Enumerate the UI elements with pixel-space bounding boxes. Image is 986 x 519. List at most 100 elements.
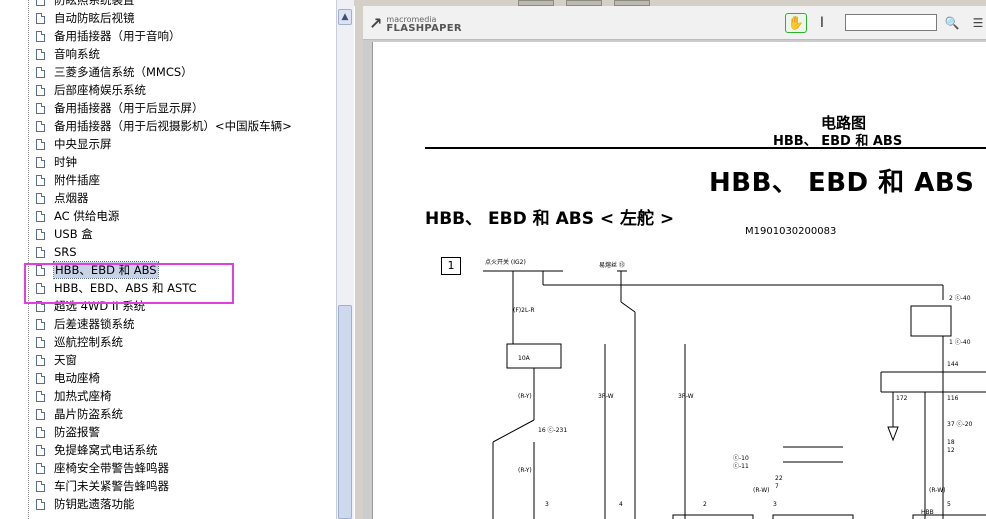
tree-item[interactable]: 附件插座 bbox=[36, 171, 100, 189]
document-icon bbox=[36, 66, 45, 78]
document-icon bbox=[36, 30, 45, 42]
wire-label-ry-2: (R-Y) bbox=[518, 467, 532, 474]
wire-label-116: 116 bbox=[947, 395, 959, 402]
tree-item[interactable]: 中央显示屏 bbox=[36, 135, 112, 153]
wire-label-144: 144 bbox=[947, 361, 959, 368]
document-icon bbox=[36, 318, 45, 330]
tree-item[interactable]: 后差速器锁系统 bbox=[36, 315, 135, 333]
tree-item[interactable]: 备用插接器（用于音响） bbox=[36, 27, 181, 45]
scroll-thumb[interactable] bbox=[338, 305, 352, 519]
tree-item[interactable]: 后部座椅娱乐系统 bbox=[36, 81, 146, 99]
wire-label-172: 172 bbox=[896, 395, 908, 402]
tree-item[interactable]: USB 盒 bbox=[36, 225, 93, 243]
tree-item-label: 备用插接器（用于后视摄影机）<中国版车辆> bbox=[54, 119, 292, 133]
tree-scrollbar[interactable]: ▲ bbox=[336, 0, 354, 519]
hand-tool-icon[interactable]: ✋ bbox=[785, 13, 807, 33]
document-icon bbox=[36, 12, 45, 24]
document-icon bbox=[36, 498, 45, 510]
pin-label-2: 2 bbox=[703, 501, 707, 508]
tree-item[interactable]: 天窗 bbox=[36, 351, 77, 369]
wire-label-ig2: 点火开关 (IG2) bbox=[485, 258, 526, 266]
document-icon bbox=[36, 138, 45, 150]
tree-item-label: 时钟 bbox=[54, 155, 77, 169]
tree-item[interactable]: 免提蜂窝式电话系统 bbox=[36, 441, 158, 459]
tree-item-label: 自动防眩后视镜 bbox=[54, 11, 135, 25]
wire-label-rw: (R-W) bbox=[753, 487, 769, 494]
tree-item[interactable]: 加热式座椅 bbox=[36, 387, 112, 405]
tree-item[interactable]: AC 供给电源 bbox=[36, 207, 119, 225]
document-icon bbox=[36, 390, 45, 402]
tree-item-label: 后部座椅娱乐系统 bbox=[54, 83, 146, 97]
tree-item-label: USB 盒 bbox=[54, 227, 93, 241]
document-icon bbox=[36, 210, 45, 222]
tree-item-label: 加热式座椅 bbox=[54, 389, 112, 403]
document-icon bbox=[36, 354, 45, 366]
pin-label-3a: 3 bbox=[545, 501, 549, 508]
tree-item-label: 后差速器锁系统 bbox=[54, 317, 135, 331]
tree-item[interactable]: 备用插接器（用于后显示屏） bbox=[36, 99, 204, 117]
text-select-tool-icon[interactable]: I bbox=[815, 13, 829, 33]
search-icon[interactable]: 🔍 bbox=[943, 13, 961, 33]
document-icon bbox=[36, 174, 45, 186]
tree-item[interactable]: 车门未关紧警告蜂鸣器 bbox=[36, 477, 169, 495]
wire-label-c40: 2 ⓒ-40 bbox=[949, 294, 971, 302]
document-icon bbox=[36, 246, 45, 258]
tree-item-label: AC 供给电源 bbox=[54, 209, 120, 223]
tree-item[interactable]: 座椅安全带警告蜂鸣器 bbox=[36, 459, 169, 477]
tree-item[interactable]: 晶片防盗系统 bbox=[36, 405, 123, 423]
tree-item[interactable]: 防钥匙遗落功能 bbox=[36, 495, 135, 513]
toc-tree: 防眩照系统装置自动防眩后视镜备用插接器（用于音响） 音响系统三菱多通信系统（MMC… bbox=[0, 0, 336, 519]
tree-item[interactable]: SRS bbox=[36, 243, 77, 261]
pin-label-5: 5 bbox=[947, 501, 951, 508]
tree-item[interactable]: 点烟器 bbox=[36, 189, 89, 207]
document-icon bbox=[36, 84, 45, 96]
document-page: 电路图 HBB、 EBD 和 ABS HBB、 EBD 和 ABS HBB、 E… bbox=[372, 42, 986, 519]
tree-item[interactable]: 防盗报警 bbox=[36, 423, 100, 441]
wire-label-ry: (R-Y) bbox=[518, 393, 532, 400]
wire-label-rw-2: (R-W) bbox=[929, 487, 945, 494]
tree-item[interactable]: 自动防眩后视镜 bbox=[36, 9, 135, 27]
wire-label-c11: ⓒ-11 bbox=[733, 462, 749, 470]
pin-label-4: 4 bbox=[619, 501, 623, 508]
tree-item-label: 中央显示屏 bbox=[54, 137, 112, 151]
wire-label-fuse10: 10A bbox=[518, 355, 531, 362]
tree-item[interactable]: 三菱多通信系统（MMCS） bbox=[36, 63, 193, 81]
tree-item-label: 三菱多通信系统（MMCS） bbox=[54, 65, 193, 79]
tree-item[interactable]: 备用插接器（用于后视摄影机）<中国版车辆> bbox=[36, 117, 292, 135]
tree-item[interactable]: 电动座椅 bbox=[36, 369, 100, 387]
flashpaper-viewer: ↗ macromedia FLASHPAPER ✋ I 🔍 ☰ 电路图 HBB、… bbox=[363, 6, 986, 519]
wire-label-c231: 16 ⓒ-231 bbox=[538, 426, 567, 434]
tree-item-label: 巡航控制系统 bbox=[54, 335, 123, 349]
tree-item-label: 电动座椅 bbox=[54, 371, 100, 385]
document-icon bbox=[36, 336, 45, 348]
document-icon bbox=[36, 480, 45, 492]
wire-label-c40b: 1 ⓒ-40 bbox=[949, 338, 971, 346]
tree-item[interactable]: 音响系统 bbox=[36, 45, 100, 63]
search-input[interactable] bbox=[845, 14, 937, 31]
tree-item-label: 防钥匙遗落功能 bbox=[54, 497, 135, 511]
tree-item-label: 附件插座 bbox=[54, 173, 100, 187]
document-icon bbox=[36, 462, 45, 474]
wire-label-3rw-a: 3R-W bbox=[598, 393, 614, 400]
document-icon bbox=[36, 426, 45, 438]
tree-item-label: 防盗报警 bbox=[54, 425, 100, 439]
document-icon bbox=[36, 372, 45, 384]
tree-item[interactable]: 时钟 bbox=[36, 153, 77, 171]
viewer-menu-icon[interactable]: ☰ bbox=[971, 13, 985, 33]
wire-label-relay: 易熔丝 ⑬ bbox=[599, 261, 625, 269]
document-icon bbox=[36, 444, 45, 456]
document-icon bbox=[36, 48, 45, 60]
wiring-diagram: 点火开关 (IG2) 易熔丝 ⑬ (F)2L-R 10A (R-Y) 3R-W … bbox=[483, 258, 986, 519]
pin-label-3b: 3 bbox=[773, 501, 777, 508]
document-icon bbox=[36, 156, 45, 168]
wire-label-c20: 37 ⓒ-20 bbox=[947, 420, 973, 428]
tree-item[interactable]: 巡航控制系统 bbox=[36, 333, 123, 351]
scroll-up-button[interactable]: ▲ bbox=[338, 9, 352, 25]
document-icon bbox=[36, 408, 45, 420]
tree-item-label: 备用插接器（用于后显示屏） bbox=[54, 101, 204, 115]
wire-label-22: 22 bbox=[775, 475, 783, 482]
wire-label-12: 12 bbox=[947, 447, 955, 454]
document-icon bbox=[36, 228, 45, 240]
wire-label-3rw-b: 3R-W bbox=[678, 393, 694, 400]
tree-item[interactable]: 防眩照系统装置 bbox=[36, 0, 135, 9]
